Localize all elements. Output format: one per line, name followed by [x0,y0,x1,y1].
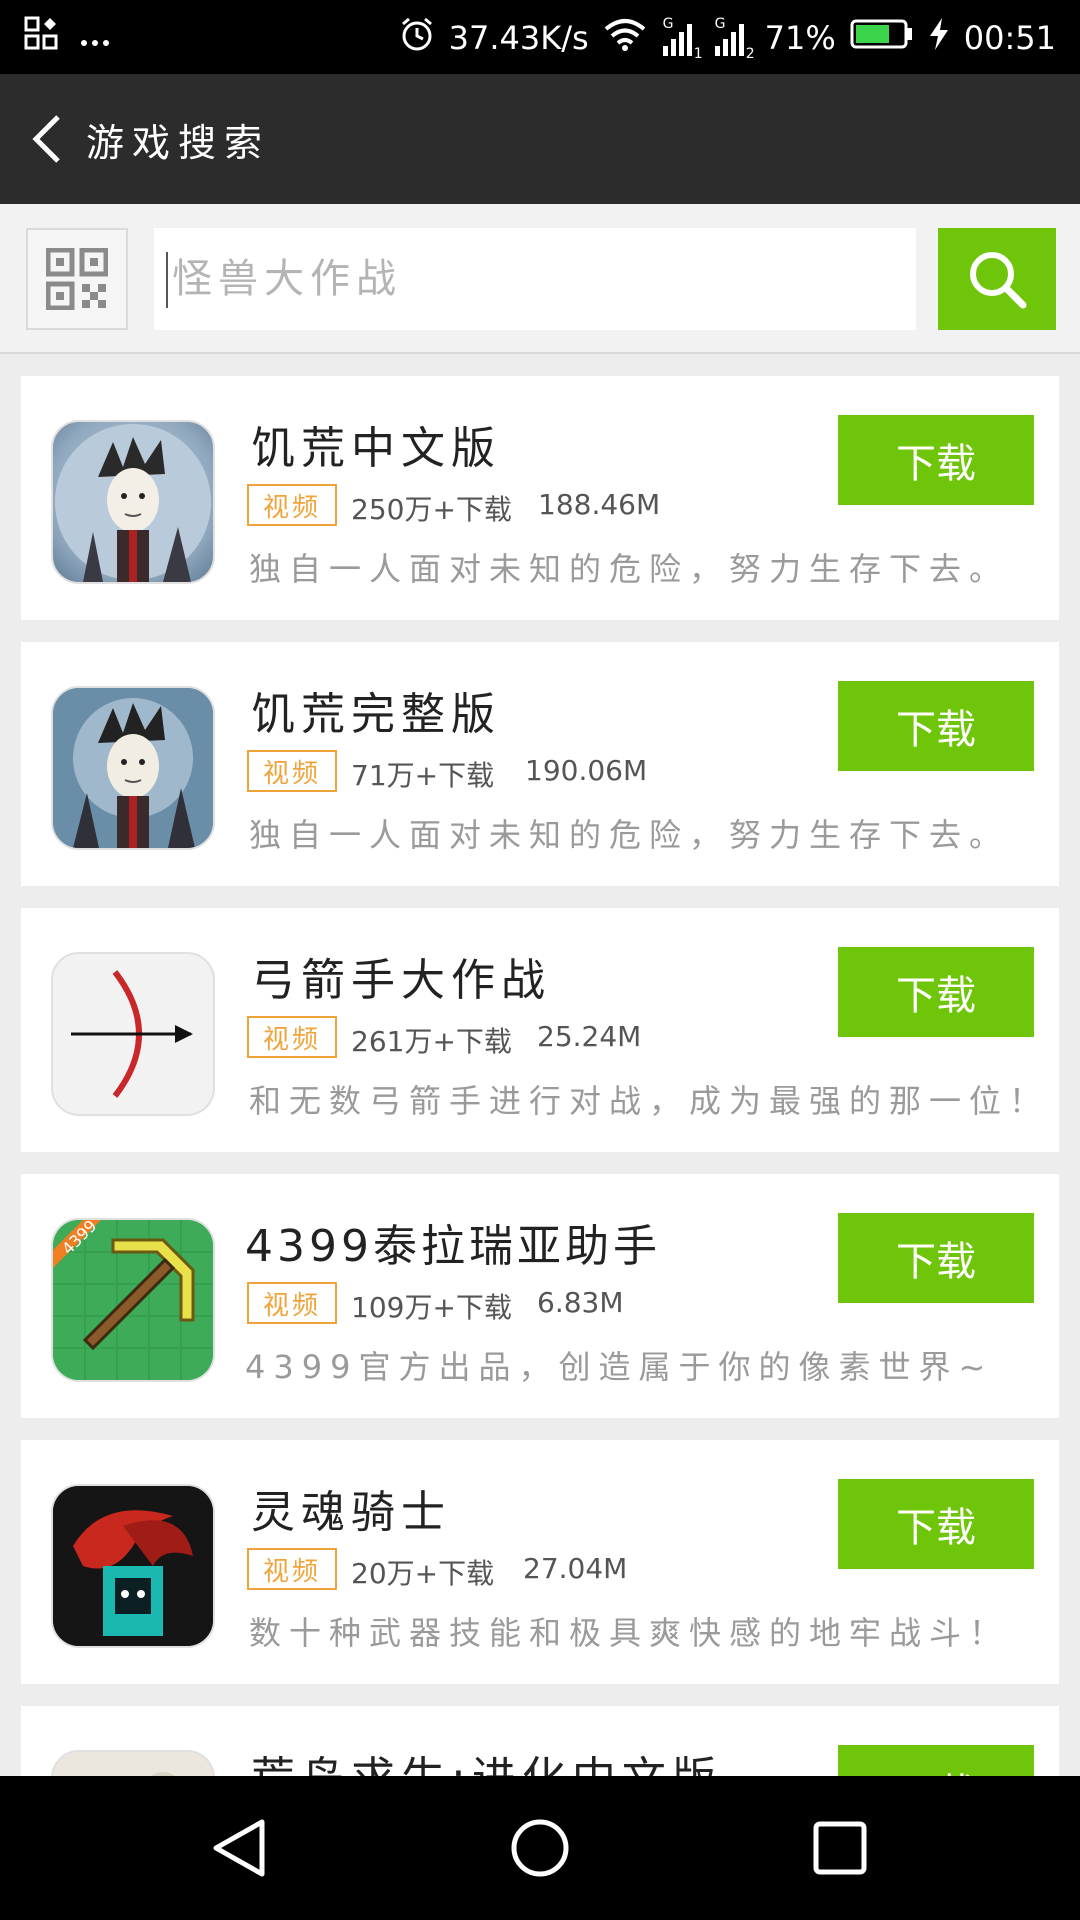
signal-sim2: G 2 [713,16,755,62]
file-size: 25.24M [537,1020,642,1053]
signal1-sim: 1 [693,46,703,62]
game-description: 和无数弓箭手进行对战，成为最强的那一位！ [249,1082,1050,1120]
net-speed: 37.43K/s [448,19,589,57]
nav-recents-button[interactable] [808,1816,872,1880]
download-button[interactable]: 下载 [838,1213,1034,1303]
file-size: 188.46M [538,488,661,521]
charging-icon [928,17,950,59]
game-name[interactable]: 荒岛求生:进化中文版 [251,1742,722,1776]
video-tag[interactable]: 视频 [247,750,337,792]
soul-knight-icon[interactable] [51,1484,215,1648]
nav-back-triangle-icon [213,1819,265,1877]
nav-home-button[interactable] [508,1816,572,1880]
title-bar: 游戏搜索 [0,74,1080,204]
signal1-label: G [662,16,674,32]
game-list[interactable]: 饥荒中文版 视频 250万+下载 188.46M 独自一人面对未知的危险，努力生… [0,354,1080,1776]
grid-icon [24,16,58,58]
game-description: 独自一人面对未知的危险，努力生存下去。 [249,816,1010,854]
file-size: 6.83M [537,1286,624,1319]
qr-scan-button[interactable] [26,228,128,330]
battery-pct: 71% [764,19,836,57]
clock: 00:51 [963,19,1056,57]
signal-sim1: G 1 [661,16,703,62]
download-count: 250万+下载 [351,493,512,526]
chevron-left-icon [32,115,60,163]
download-button[interactable]: 下载 [838,1479,1034,1569]
game-name[interactable]: 饥荒完整版 [251,678,501,742]
game-card[interactable]: 饥荒完整版 视频 71万+下载 190.06M 独自一人面对未知的危险，努力生存… [21,642,1059,886]
navigation-bar [0,1776,1080,1920]
game-description: 4399官方出品，创造属于你的像素世界~ [245,1348,994,1386]
pickaxe-icon[interactable]: 4399 [51,1218,215,1382]
game-name[interactable]: 饥荒中文版 [251,412,501,476]
search-button[interactable] [938,228,1056,330]
file-size: 27.04M [523,1552,628,1585]
more-dots-icon [80,18,110,56]
game-card[interactable]: 灵魂骑士 视频 20万+下载 27.04M 数十种武器技能和极具爽快感的地牢战斗… [21,1440,1059,1684]
search-icon [970,252,1027,309]
download-button[interactable]: 下载 [838,1745,1034,1776]
game-card[interactable]: 饥荒中文版 视频 250万+下载 188.46M 独自一人面对未知的危险，努力生… [21,376,1059,620]
game-description: 独自一人面对未知的危险，努力生存下去。 [249,550,1010,588]
download-count: 109万+下载 [351,1291,512,1324]
search-area [0,204,1080,354]
game-name[interactable]: 4399泰拉瑞亚助手 [245,1210,661,1274]
survival-island-icon[interactable] [51,1750,215,1776]
signal2-label: G [714,16,726,32]
nav-home-circle-icon [511,1819,569,1877]
qr-code-icon [46,248,108,310]
download-button[interactable]: 下载 [838,681,1034,771]
page-title: 游戏搜索 [86,121,271,165]
download-button[interactable]: 下载 [838,415,1034,505]
battery-icon [850,19,914,57]
download-button[interactable]: 下载 [838,947,1034,1037]
wifi-icon [603,17,647,59]
video-tag[interactable]: 视频 [247,1282,337,1324]
video-tag[interactable]: 视频 [247,484,337,526]
game-name[interactable]: 弓箭手大作战 [251,944,551,1008]
game-description: 数十种武器技能和极具爽快感的地牢战斗！ [249,1614,1010,1652]
video-tag[interactable]: 视频 [247,1016,337,1058]
game-card[interactable]: 4399 4399泰拉瑞亚助手 视频 109万+下载 6.83M 4399官方出… [21,1174,1059,1418]
alarm-icon [399,16,435,60]
signal2-sim: 2 [745,46,755,62]
status-bar: 37.43K/s G 1 G 2 71% 00:51 [0,0,1080,74]
download-count: 71万+下载 [351,759,495,792]
dont-starve-icon[interactable] [51,420,215,584]
video-tag[interactable]: 视频 [247,1548,337,1590]
game-name[interactable]: 灵魂骑士 [251,1476,451,1540]
bow-arrow-icon[interactable] [51,952,215,1116]
download-count: 20万+下载 [351,1557,495,1590]
search-input[interactable] [154,228,916,330]
file-size: 190.06M [525,754,648,787]
game-card[interactable]: 弓箭手大作战 视频 261万+下载 25.24M 和无数弓箭手进行对战，成为最强… [21,908,1059,1152]
nav-recents-square-icon [813,1821,867,1875]
dont-starve-complete-icon[interactable] [51,686,215,850]
nav-back-button[interactable] [208,1816,272,1880]
download-count: 261万+下载 [351,1025,512,1058]
back-button[interactable] [26,109,86,169]
text-caret [166,252,168,308]
game-card[interactable]: 荒岛求生:进化中文版 下载 [21,1706,1059,1776]
